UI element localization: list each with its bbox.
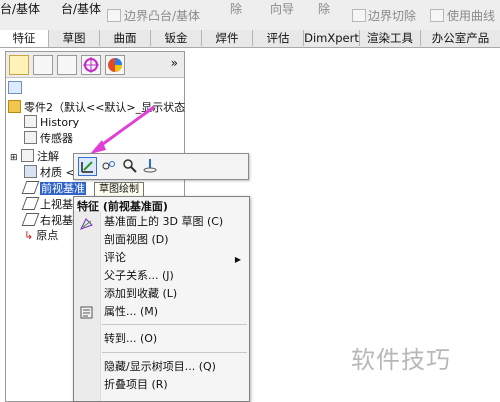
origin-icon: ↳ [24, 229, 34, 242]
sketch-button[interactable] [78, 157, 97, 176]
3d-sketch-icon [80, 218, 93, 230]
tree-item-label: 上视基 [40, 198, 73, 211]
tree-item-label: 材质 < [40, 166, 75, 179]
plane-icon [21, 181, 40, 194]
use-curve-icon [430, 9, 444, 22]
tab-dimxpert[interactable]: DimXpert [304, 30, 360, 46]
normal-to-button[interactable] [142, 157, 159, 174]
tab-sheet-metal[interactable]: 钣金 [151, 30, 202, 46]
view-icon [102, 161, 115, 170]
tree-item-material[interactable]: 材质 < [24, 165, 75, 179]
ribbon-boundary-cut-label[interactable]: 边界切除 [368, 7, 416, 24]
submenu-arrow-icon: ▶ [234, 255, 241, 264]
filter-icon[interactable] [8, 81, 22, 94]
display-manager-icon[interactable] [105, 55, 125, 75]
menu-item-hide-show-tree-items[interactable]: 隐藏/显示树项目... (Q) [104, 359, 216, 375]
annotation-icon [21, 149, 35, 162]
tree-item-label: 前视基准 [40, 182, 86, 195]
crosshair-icon [83, 57, 99, 73]
tab-weldments[interactable]: 焊件 [202, 30, 253, 46]
boundary-boss-icon [107, 9, 121, 22]
tree-item-annotations[interactable]: ⊞ 注解 [10, 149, 59, 165]
ribbon-toolbar: 台/基体 台/基体 边界凸台/基体 除 向导 除 边界切除 使用曲线 [0, 0, 500, 31]
configuration-manager-icon[interactable] [57, 55, 77, 75]
tab-surfaces[interactable]: 曲面 [100, 30, 151, 46]
ribbon-use-curve-label[interactable]: 使用曲线 [447, 7, 495, 24]
tree-item-origin[interactable]: ↳ 原点 [24, 229, 58, 242]
menu-item-comment[interactable]: 评论 [104, 250, 126, 266]
plane-icon [21, 213, 40, 226]
menu-separator [102, 324, 247, 325]
normal-to-icon [143, 159, 157, 173]
menu-item-collapse-items[interactable]: 折叠项目 (R) [104, 377, 168, 393]
tab-sketch[interactable]: 草图 [49, 30, 100, 46]
menu-item-go-to[interactable]: 转到... (O) [104, 331, 157, 347]
expand-icon[interactable]: ⊞ [10, 153, 18, 163]
ribbon-extrude-boss-label[interactable]: 台/基体 [0, 0, 40, 17]
menu-item-add-to-favorites[interactable]: 添加到收藏 (L) [104, 286, 177, 302]
tree-item-history[interactable]: History [24, 115, 79, 129]
tree-item-label: History [40, 116, 80, 129]
sensor-icon [24, 131, 37, 144]
ribbon-boundary-boss-label[interactable]: 边界凸台/基体 [124, 7, 200, 24]
dimxpert-manager-icon[interactable] [81, 55, 101, 75]
feature-manager-tree-icon[interactable] [9, 55, 29, 75]
material-icon [24, 165, 37, 178]
zoom-icon [123, 159, 137, 173]
ribbon-revolve-boss-label[interactable]: 台/基体 [61, 0, 101, 17]
tree-item-label: 原点 [36, 229, 59, 242]
part-icon [8, 100, 21, 113]
tree-item-right-plane[interactable]: 右视基 [21, 213, 73, 227]
zoom-to-selection-button[interactable] [121, 157, 138, 174]
tree-item-sensors[interactable]: 传感器 [24, 131, 73, 145]
boundary-cut-icon [352, 9, 366, 22]
tree-item-label: 注解 [37, 150, 60, 163]
properties-icon [80, 306, 93, 319]
plane-icon [21, 197, 40, 210]
watermark-text: 软件技巧 [351, 346, 451, 374]
command-manager-tabs: 特征 草图 曲面 钣金 焊件 评估 DimXpert 渲染工具 办公室产品 [0, 30, 500, 48]
panel-toolbar: » [6, 52, 184, 78]
context-menu: 特征 (前视基准面) 基准面上的 3D 草图 (C) 剖面视图 (D) 评论 ▶… [73, 196, 250, 402]
menu-item-section-view[interactable]: 剖面视图 (D) [104, 232, 169, 248]
menu-item-3d-sketch-on-plane[interactable]: 基准面上的 3D 草图 (C) [104, 214, 223, 230]
ribbon-wizard-label[interactable]: 向导 [270, 0, 294, 17]
menu-separator [102, 352, 247, 353]
ribbon-remove-label-1[interactable]: 除 [230, 0, 242, 17]
tree-item-front-plane[interactable]: 前视基准 [21, 181, 86, 195]
edit-sketch-button[interactable] [100, 157, 117, 174]
menu-item-parent-child[interactable]: 父子关系... (J) [104, 268, 174, 284]
context-toolbar [73, 153, 249, 180]
color-wheel-icon [108, 58, 122, 72]
tree-item-top-plane[interactable]: 上视基 [21, 197, 73, 211]
history-icon [24, 115, 37, 128]
property-manager-icon[interactable] [33, 55, 53, 75]
tab-evaluate[interactable]: 评估 [253, 30, 304, 46]
tab-render-tools[interactable]: 渲染工具 [360, 30, 421, 46]
tree-item-label: 右视基 [40, 214, 73, 227]
tree-item-label: 传感器 [40, 132, 73, 145]
menu-item-properties[interactable]: 属性... (M) [104, 304, 158, 320]
menu-title: 特征 (前视基准面) [77, 200, 168, 213]
tab-office-products[interactable]: 办公室产品 [421, 30, 500, 46]
annotation-arrow-icon [90, 105, 155, 154]
tab-features[interactable]: 特征 [0, 30, 49, 47]
more-panels-button[interactable]: » [171, 56, 178, 70]
ribbon-remove-label-2[interactable]: 除 [318, 0, 330, 17]
sketch-icon [81, 161, 93, 173]
